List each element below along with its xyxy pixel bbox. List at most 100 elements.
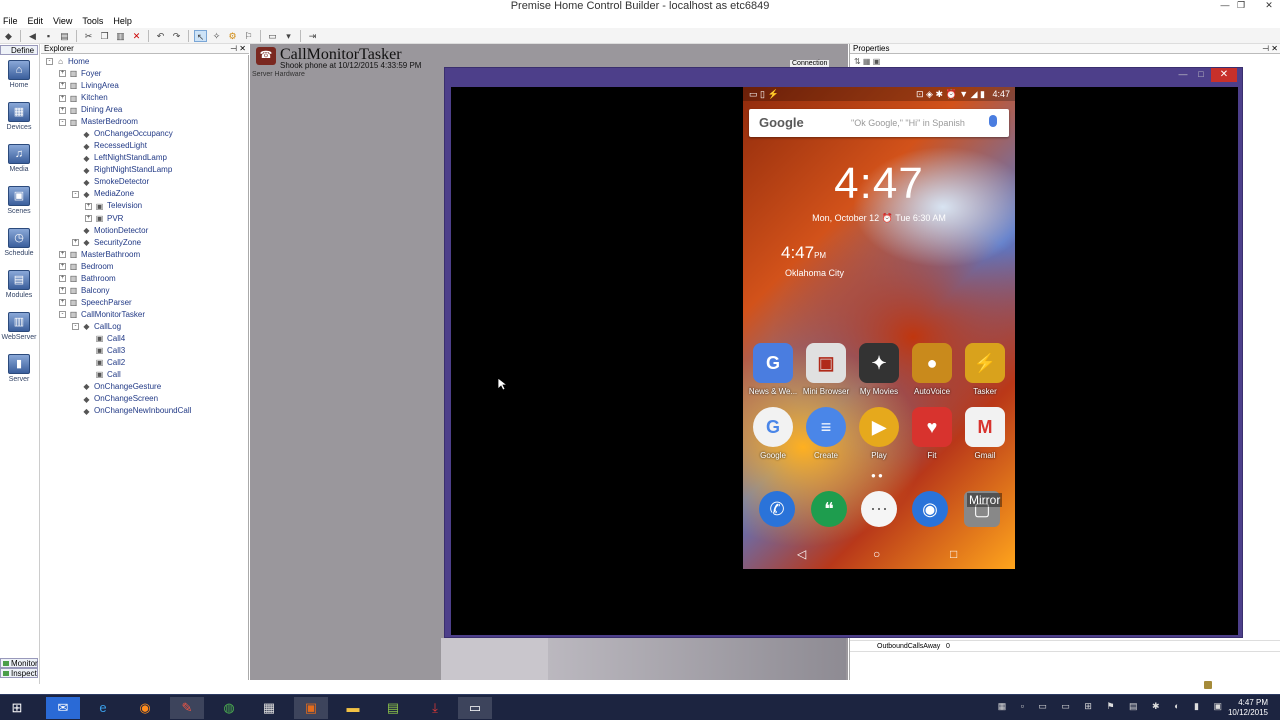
expand-icon[interactable]: + bbox=[72, 238, 79, 246]
app-gmail[interactable]: M Gmail bbox=[959, 407, 1011, 460]
tree-node[interactable]: - ▥ MasterBedroom bbox=[59, 116, 138, 128]
mic-icon[interactable] bbox=[989, 115, 997, 127]
mail-icon[interactable]: ✉ bbox=[46, 697, 80, 719]
tree-node[interactable]: - ▥ CallMonitorTasker bbox=[59, 309, 145, 321]
tree-node[interactable]: ◆ OnChangeOccupancy bbox=[72, 128, 172, 140]
nav-schedule[interactable]: ◷ Schedule bbox=[1, 228, 37, 268]
screen-icon[interactable]: ▭ bbox=[266, 30, 279, 42]
tree-node[interactable]: + ▥ SpeechParser bbox=[59, 297, 132, 309]
tree-node[interactable]: + ◆ SecurityZone bbox=[72, 237, 141, 249]
mirror-screen[interactable]: ▭ ▯ ⚡ ⊡ ◈ ✱ ⏰ ▼ ◢ ▮ 4:47 Google "Ok Goog… bbox=[451, 87, 1238, 635]
apps-grid-icon[interactable]: ▦ bbox=[252, 697, 286, 719]
expand-icon[interactable]: + bbox=[59, 275, 66, 283]
tree-node[interactable]: - ⌂ Home bbox=[46, 56, 89, 68]
app-news[interactable]: G News & We... bbox=[747, 343, 799, 396]
mirror-window[interactable]: — □ ✕ ▭ ▯ ⚡ ⊡ ◈ ✱ ⏰ ▼ ◢ ▮ 4:47 Google "O… bbox=[444, 67, 1243, 638]
tree-node[interactable]: + ▣ PVR bbox=[85, 213, 123, 225]
tree-node[interactable]: + ▥ Foyer bbox=[59, 68, 101, 80]
back-icon[interactable]: ◀ bbox=[26, 30, 39, 42]
phone-icon[interactable]: ✆ bbox=[759, 491, 795, 527]
nav-home[interactable]: ⌂ Home bbox=[1, 60, 37, 100]
tree-node[interactable]: ◆ OnChangeNewInboundCall bbox=[72, 405, 191, 417]
chrome-icon[interactable]: ◉ bbox=[912, 491, 948, 527]
tool-icon[interactable]: ✎ bbox=[170, 697, 204, 719]
nav-server[interactable]: ▮ Server bbox=[1, 354, 37, 394]
new-icon[interactable]: ▪ bbox=[42, 30, 55, 42]
tree-node[interactable]: ◆ RightNightStandLamp bbox=[72, 164, 172, 176]
recents-nav-icon[interactable]: □ bbox=[950, 547, 957, 561]
sort-icon[interactable]: ⇅ ▦ ▣ bbox=[854, 57, 880, 66]
firefox-icon[interactable]: ◉ bbox=[128, 697, 162, 719]
app-my-movies[interactable]: ✦ My Movies bbox=[853, 343, 905, 396]
slides-icon[interactable]: ▣ bbox=[294, 697, 328, 719]
property-row[interactable]: OutboundCallsAway 0 bbox=[850, 640, 1280, 652]
phone-screen[interactable]: ▭ ▯ ⚡ ⊡ ◈ ✱ ⏰ ▼ ◢ ▮ 4:47 Google "Ok Goog… bbox=[743, 87, 1015, 569]
tree-node[interactable]: ◆ RecessedLight bbox=[72, 140, 147, 152]
expand-icon[interactable]: + bbox=[59, 251, 66, 259]
tree-node[interactable]: ▣ Call4 bbox=[85, 333, 126, 345]
tree-node[interactable]: ◆ OnChangeGesture bbox=[72, 381, 161, 393]
google-search-bar[interactable]: Google "Ok Google," "Hi" in Spanish bbox=[749, 109, 1009, 137]
tree-node[interactable]: ◆ MotionDetector bbox=[72, 225, 148, 237]
nav-devices[interactable]: ▦ Devices bbox=[1, 102, 37, 142]
tree-node[interactable]: + ▥ MasterBathroom bbox=[59, 249, 140, 261]
collapse-icon[interactable]: - bbox=[72, 190, 79, 198]
tree-node[interactable]: + ▥ Bedroom bbox=[59, 261, 113, 273]
menu-help[interactable]: Help bbox=[113, 14, 132, 28]
back-nav-icon[interactable]: ◁ bbox=[797, 547, 806, 561]
expand-icon[interactable]: + bbox=[85, 214, 92, 222]
wand-icon[interactable]: ✧ bbox=[210, 30, 223, 42]
pin-icon[interactable]: ⊣ ✕ bbox=[1262, 44, 1278, 54]
tree-node[interactable]: ▣ Call bbox=[85, 369, 121, 381]
nav-scenes[interactable]: ▣ Scenes bbox=[1, 186, 37, 226]
collapse-icon[interactable]: - bbox=[59, 118, 66, 126]
system-tray[interactable]: ▦ ▫ ▭ ▭ ⊞ ⚑ ▤ ✱ ◐ ▮ ▣ bbox=[998, 701, 1228, 712]
gear-icon[interactable]: ⚙ bbox=[226, 30, 239, 42]
tree-node[interactable]: + ▥ Balcony bbox=[59, 285, 109, 297]
app-google[interactable]: G Google bbox=[747, 407, 799, 460]
tree-node[interactable]: + ▣ Television bbox=[85, 200, 142, 212]
app-autovoice[interactable]: ● AutoVoice bbox=[906, 343, 958, 396]
save-icon[interactable]: ◆ bbox=[2, 30, 15, 42]
paste-icon[interactable]: ▥ bbox=[114, 30, 127, 42]
collapse-icon[interactable]: - bbox=[59, 311, 66, 319]
app-fit[interactable]: ♥ Fit bbox=[906, 407, 958, 460]
tree-node[interactable]: ◆ SmokeDetector bbox=[72, 176, 149, 188]
mirror-minimize-button[interactable]: — bbox=[1176, 68, 1190, 82]
define-tab[interactable]: Define bbox=[0, 45, 38, 55]
maximize-button[interactable]: ❐ bbox=[1234, 0, 1248, 11]
chevron-down-icon[interactable]: ▾ bbox=[282, 30, 295, 42]
pointer-icon[interactable]: ↖ bbox=[194, 29, 207, 42]
connection-tab[interactable]: Connection bbox=[790, 60, 830, 67]
close-button[interactable]: ✕ bbox=[1262, 0, 1276, 11]
mirror-maximize-button[interactable]: □ bbox=[1194, 68, 1208, 82]
tree-node[interactable]: ▣ Call3 bbox=[85, 345, 126, 357]
expand-icon[interactable]: + bbox=[59, 94, 66, 102]
expand-icon[interactable]: + bbox=[59, 263, 66, 271]
chrome-icon[interactable]: ◍ bbox=[212, 697, 246, 719]
delete-icon[interactable]: ✕ bbox=[130, 30, 143, 42]
expand-icon[interactable]: + bbox=[59, 70, 66, 78]
expand-icon[interactable]: + bbox=[85, 202, 92, 210]
nav-media[interactable]: ♫ Media bbox=[1, 144, 37, 184]
redo-icon[interactable]: ↷ bbox=[170, 30, 183, 42]
mirror-close-button[interactable]: ✕ bbox=[1211, 68, 1237, 82]
monitor-tab[interactable]: Monitor bbox=[0, 658, 38, 668]
tree-node[interactable]: ◆ OnChangeScreen bbox=[72, 393, 158, 405]
tree-node[interactable]: + ▥ Bathroom bbox=[59, 273, 116, 285]
app-tasker[interactable]: ⚡ Tasker bbox=[959, 343, 1011, 396]
pdf-icon[interactable]: ⤓ bbox=[418, 697, 452, 719]
script-icon[interactable]: ⚐ bbox=[242, 30, 255, 42]
expand-icon[interactable]: + bbox=[59, 106, 66, 114]
nav-modules[interactable]: ▤ Modules bbox=[1, 270, 37, 310]
folder-icon[interactable]: ▬ bbox=[336, 697, 370, 719]
copy-icon[interactable]: ❐ bbox=[98, 30, 111, 42]
undo-icon[interactable]: ↶ bbox=[154, 30, 167, 42]
app-create[interactable]: ≡ Create bbox=[800, 407, 852, 460]
hangouts-icon[interactable]: ❝ bbox=[811, 491, 847, 527]
tree-node[interactable]: + ▥ LivingArea bbox=[59, 80, 119, 92]
folder-icon[interactable]: ▤ bbox=[58, 30, 71, 42]
apps-icon[interactable]: ⋯ bbox=[861, 491, 897, 527]
windows-icon[interactable]: ⊞ bbox=[0, 697, 34, 719]
tree-node[interactable]: ◆ LeftNightStandLamp bbox=[72, 152, 167, 164]
